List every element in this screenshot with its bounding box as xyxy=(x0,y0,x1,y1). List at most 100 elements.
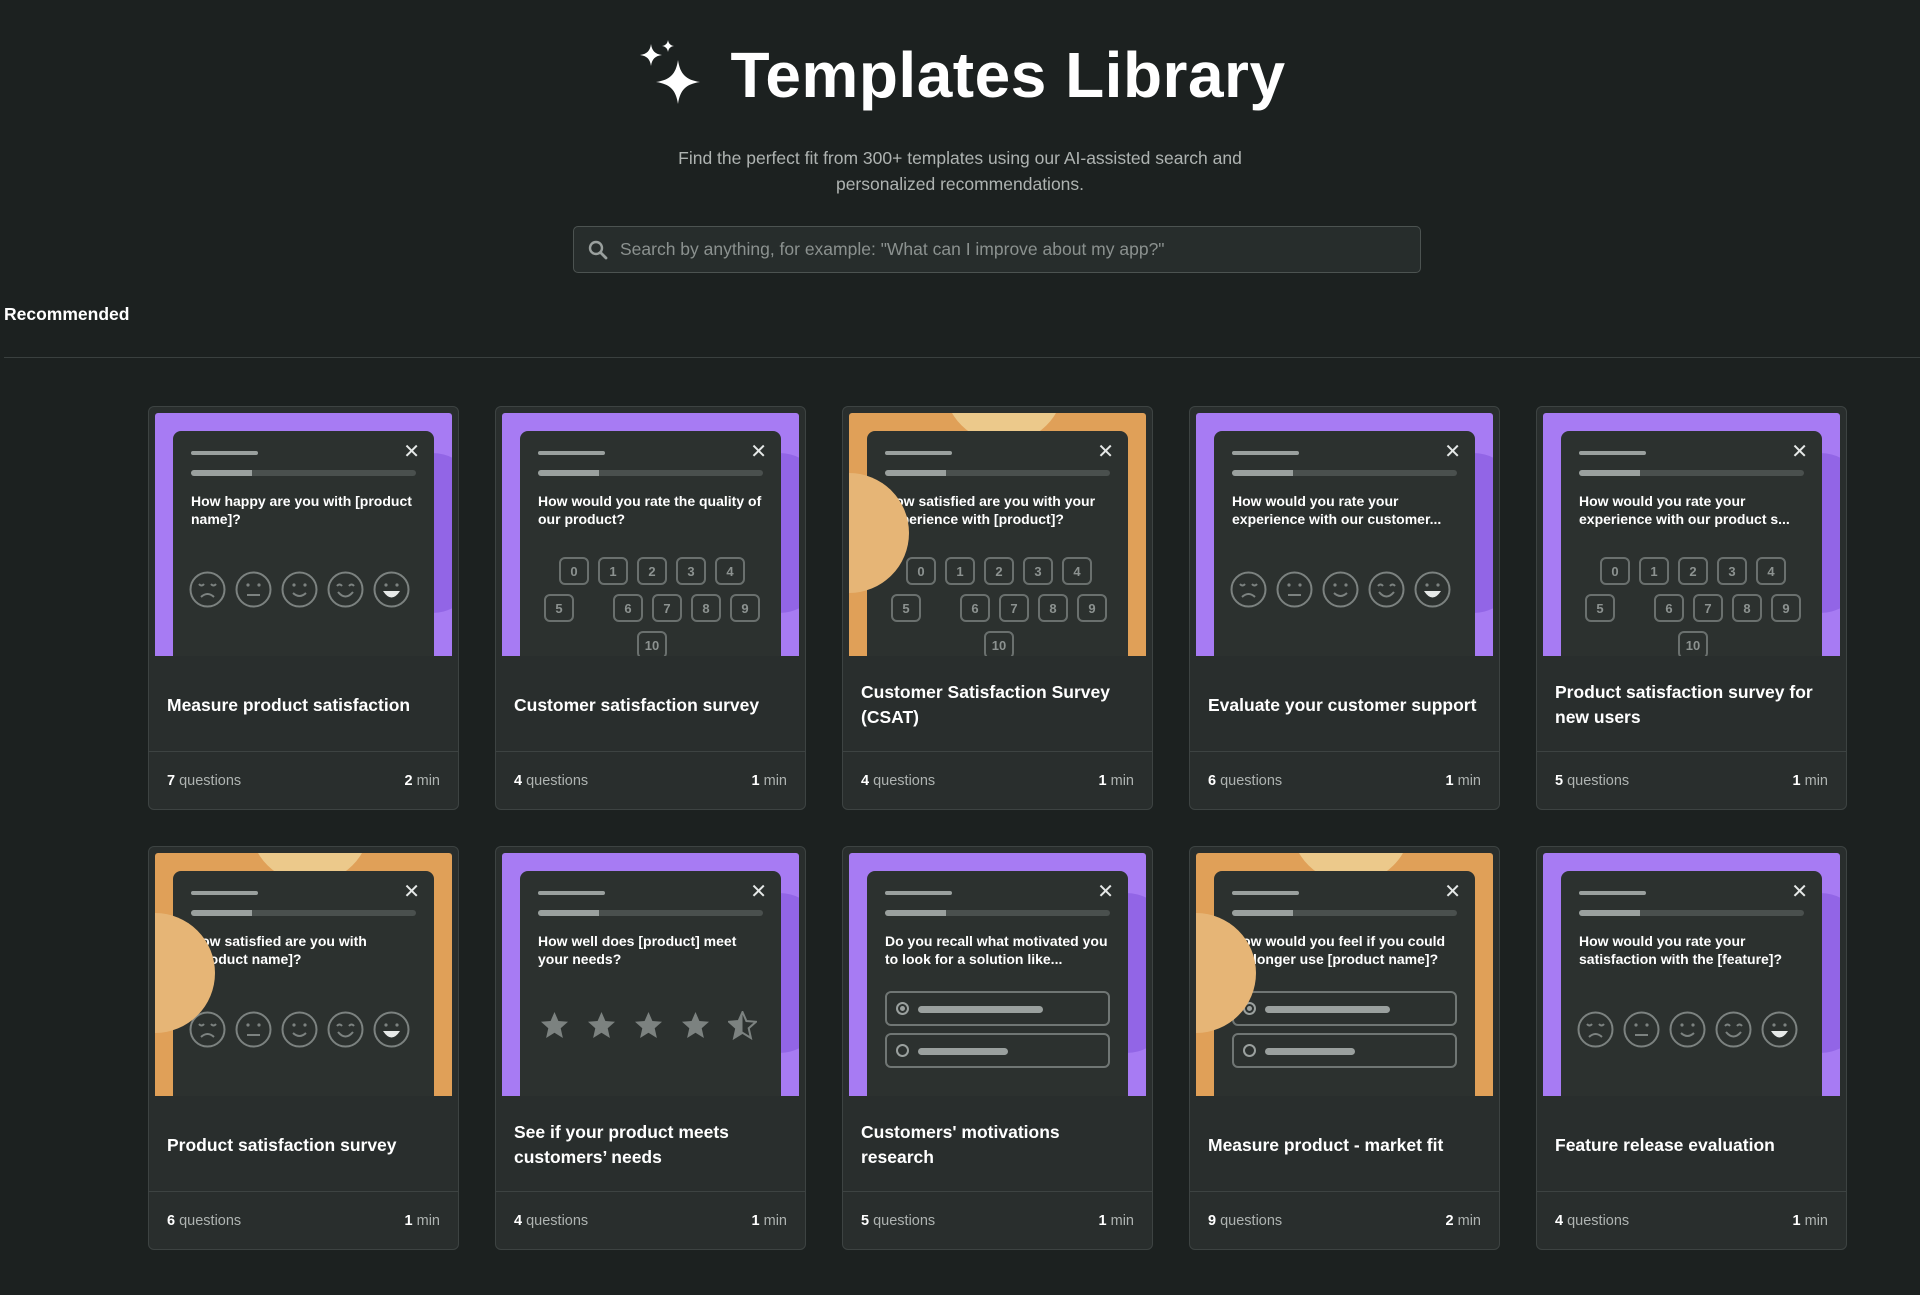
survey-mockup: ✕ How well does [product] meet your needs… xyxy=(520,871,781,1096)
duration: 1 min xyxy=(1792,1212,1828,1229)
rating-number: 10 xyxy=(1678,631,1708,656)
duration: 1 min xyxy=(751,1212,787,1229)
rating-number: 8 xyxy=(691,594,721,622)
survey-mockup: ✕ How would you feel if you could no long… xyxy=(1214,871,1475,1096)
template-meta: 4 questions 1 min xyxy=(1537,1191,1846,1249)
face-2-icon xyxy=(1669,1011,1706,1048)
face-3-icon xyxy=(1715,1011,1752,1048)
template-card[interactable]: ✕ How would you feel if you could no long… xyxy=(1189,846,1500,1250)
rating-number: 8 xyxy=(1038,594,1068,622)
survey-mockup: ✕ How satisfied are you with [product nam… xyxy=(173,871,434,1096)
page-subtitle: Find the perfect fit from 300+ templates… xyxy=(678,148,1242,194)
template-preview: ✕ How would you rate your experience with… xyxy=(1543,413,1840,656)
choice-option xyxy=(1232,991,1457,1026)
question-count: 9 questions xyxy=(1208,1212,1283,1229)
template-title: Customer Satisfaction Survey (CSAT) xyxy=(861,682,1110,727)
template-meta: 6 questions 1 min xyxy=(149,1191,458,1249)
duration: 2 min xyxy=(404,772,440,789)
progress-bar xyxy=(538,470,763,476)
duration: 1 min xyxy=(1445,772,1481,789)
face-4-icon xyxy=(373,571,410,608)
preview-question: Do you recall what motivated you to look… xyxy=(885,933,1108,967)
template-preview: ✕ How would you rate the quality of our p… xyxy=(502,413,799,656)
choice-option xyxy=(885,991,1110,1026)
duration: 1 min xyxy=(751,772,787,789)
progress-bar xyxy=(191,470,416,476)
face-4-icon xyxy=(1414,571,1451,608)
survey-mockup: ✕ Do you recall what motivated you to loo… xyxy=(867,871,1128,1096)
page-title: Templates Library xyxy=(730,39,1286,111)
rating-number: 9 xyxy=(1771,594,1801,622)
search-bar[interactable] xyxy=(573,226,1421,273)
rating-number: 7 xyxy=(652,594,682,622)
template-title: Measure product satisfaction xyxy=(167,694,411,715)
rating-number: 4 xyxy=(1062,557,1092,585)
question-count: 4 questions xyxy=(1555,1212,1630,1229)
rating-number: 2 xyxy=(1678,557,1708,585)
choice-options xyxy=(885,991,1110,1075)
rating-number: 1 xyxy=(1639,557,1669,585)
face-4-icon xyxy=(373,1011,410,1048)
template-card[interactable]: ✕ How satisfied are you with [product nam… xyxy=(148,846,459,1250)
face-1-icon xyxy=(235,571,272,608)
survey-mockup: ✕ How would you rate your experience with… xyxy=(1561,431,1822,656)
star-rating-scale xyxy=(540,1011,757,1040)
template-meta: 4 questions 1 min xyxy=(496,1191,805,1249)
rating-number: 3 xyxy=(676,557,706,585)
sparkle-icon xyxy=(640,40,701,104)
question-count: 5 questions xyxy=(861,1212,936,1229)
number-rating-scale: 0 1 2 3 4 5 6 7 8 9 10 xyxy=(883,557,1115,656)
survey-mockup: ✕ How happy are you with [product name]? xyxy=(173,431,434,656)
rating-number: 2 xyxy=(637,557,667,585)
face-2-icon xyxy=(281,1011,318,1048)
template-card[interactable]: ✕ How would you rate your satisfaction wi… xyxy=(1536,846,1847,1250)
template-card[interactable]: ✕ How well does [product] meet your needs… xyxy=(495,846,806,1250)
template-card[interactable]: ✕ How would you rate your experience with… xyxy=(1189,406,1500,810)
template-card[interactable]: ✕ How happy are you with [product name]? M… xyxy=(148,406,459,810)
templates-grid: ✕ How happy are you with [product name]? M… xyxy=(148,406,1847,1250)
rating-number: 6 xyxy=(960,594,990,622)
face-4-icon xyxy=(1761,1011,1798,1048)
face-3-icon xyxy=(327,1011,364,1048)
template-card[interactable]: ✕ How would you rate the quality of our p… xyxy=(495,406,806,810)
close-icon: ✕ xyxy=(1097,439,1114,463)
rating-number: 9 xyxy=(1077,594,1107,622)
rating-number: 6 xyxy=(613,594,643,622)
rating-number: 7 xyxy=(1693,594,1723,622)
question-count: 6 questions xyxy=(1208,772,1283,789)
search-input[interactable] xyxy=(618,238,1420,261)
template-card[interactable]: ✕ Do you recall what motivated you to loo… xyxy=(842,846,1153,1250)
rating-number: 1 xyxy=(598,557,628,585)
preview-question: How would you rate your experience with … xyxy=(1579,493,1790,527)
question-count: 4 questions xyxy=(861,772,936,789)
duration: 1 min xyxy=(1098,1212,1134,1229)
rating-number: 1 xyxy=(945,557,975,585)
close-icon: ✕ xyxy=(1444,879,1461,903)
close-icon: ✕ xyxy=(403,879,420,903)
search-icon xyxy=(588,240,608,259)
rating-number: 0 xyxy=(906,557,936,585)
close-icon: ✕ xyxy=(1097,879,1114,903)
close-icon: ✕ xyxy=(403,439,420,463)
preview-question: How would you rate your experience with … xyxy=(1232,493,1442,527)
template-card[interactable]: ✕ How satisfied are you with your experie… xyxy=(842,406,1153,810)
question-count: 7 questions xyxy=(167,772,242,789)
rating-number: 5 xyxy=(1585,594,1615,622)
close-icon: ✕ xyxy=(750,439,767,463)
duration: 1 min xyxy=(1792,772,1828,789)
template-title: Product satisfaction survey for new user… xyxy=(1555,682,1813,727)
template-meta: 6 questions 1 min xyxy=(1190,751,1499,809)
progress-bar xyxy=(1232,470,1457,476)
template-meta: 5 questions 1 min xyxy=(1537,751,1846,809)
template-title: Feature release evaluation xyxy=(1555,1134,1775,1155)
duration: 1 min xyxy=(1098,772,1134,789)
template-preview: ✕ How satisfied are you with your experie… xyxy=(849,413,1146,656)
survey-mockup: ✕ How would you rate the quality of our p… xyxy=(520,431,781,656)
rating-number: 2 xyxy=(984,557,1014,585)
face-1-icon xyxy=(235,1011,272,1048)
face-1-icon xyxy=(1623,1011,1660,1048)
preview-question: How would you feel if you could no longe… xyxy=(1232,933,1446,967)
face-rating-scale xyxy=(1230,571,1451,608)
template-card[interactable]: ✕ How would you rate your experience with… xyxy=(1536,406,1847,810)
radio-selected-icon xyxy=(896,1002,909,1015)
